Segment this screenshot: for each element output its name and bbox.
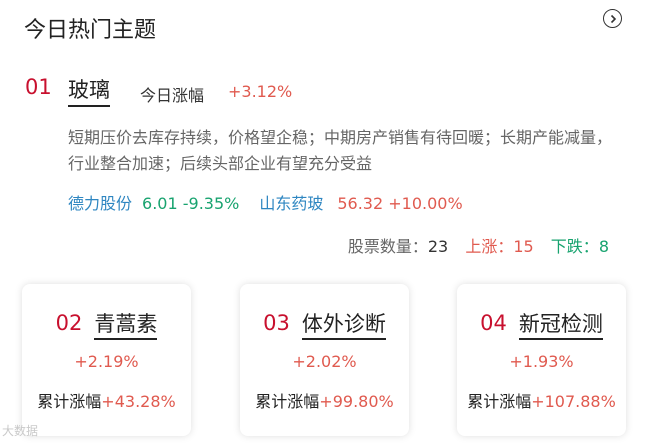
topic-card[interactable]: 02 青蒿素 +2.19% 累计涨幅+43.28% <box>22 284 191 436</box>
card-gain: +2.02% <box>292 352 357 371</box>
stock-change: +10.00% <box>388 194 463 213</box>
card-topic-name[interactable]: 青蒿素 <box>94 312 158 340</box>
featured-stocks: 德力股份 6.01 -9.35% 山东药玻 56.32 +10.00% <box>68 190 463 214</box>
featured-gain-value: +3.12% <box>228 82 293 101</box>
card-rank: 03 <box>263 311 290 335</box>
chevron-right-icon <box>610 14 616 23</box>
card-rank: 02 <box>55 311 83 335</box>
down-count-label: 下跌： <box>550 237 599 256</box>
topic-card[interactable]: 03 体外诊断 +2.02% 累计涨幅+99.80% <box>240 284 409 436</box>
total-count-label: 股票数量： <box>347 237 428 256</box>
stock-counts: 股票数量：23 上涨：15 下跌：8 <box>348 233 609 257</box>
stock-name-link[interactable]: 山东药玻 <box>259 194 323 213</box>
stock-change: -9.35% <box>182 194 240 213</box>
more-button[interactable] <box>603 9 622 28</box>
featured-topic-name[interactable]: 玻璃 <box>68 78 110 108</box>
page-title: 今日热门主题 <box>24 18 157 43</box>
card-gain: +1.93% <box>509 352 574 371</box>
card-cum-label: 累计涨幅 <box>467 392 532 411</box>
card-cum-value: +99.80% <box>319 392 394 411</box>
featured-rank: 01 <box>25 75 52 99</box>
stock-price: 6.01 <box>142 194 178 213</box>
card-cum-label: 累计涨幅 <box>37 392 102 411</box>
card-topic-name[interactable]: 体外诊断 <box>301 312 386 340</box>
card-cum-value: +43.28% <box>101 392 176 411</box>
up-count-label: 上涨： <box>465 237 514 256</box>
total-count: 23 <box>427 237 449 256</box>
stock-price: 56.32 <box>337 194 384 213</box>
down-count: 8 <box>598 237 609 256</box>
card-cum-label: 累计涨幅 <box>255 392 320 411</box>
featured-gain-label: 今日涨幅 <box>140 86 205 105</box>
featured-description: 短期压价去库存持续，价格望企稳；中期房产销售有待回暖；长期产能减量，行业整合加速… <box>68 128 613 173</box>
card-topic-name[interactable]: 新冠检测 <box>518 312 603 340</box>
stock-name-link[interactable]: 德力股份 <box>68 194 132 213</box>
watermark: 大数据 <box>2 424 39 438</box>
up-count: 15 <box>513 237 534 256</box>
topic-card[interactable]: 04 新冠检测 +1.93% 累计涨幅+107.88% <box>457 284 626 436</box>
card-gain: +2.19% <box>74 352 139 371</box>
card-rank: 04 <box>480 311 507 335</box>
card-cum-value: +107.88% <box>531 392 616 411</box>
